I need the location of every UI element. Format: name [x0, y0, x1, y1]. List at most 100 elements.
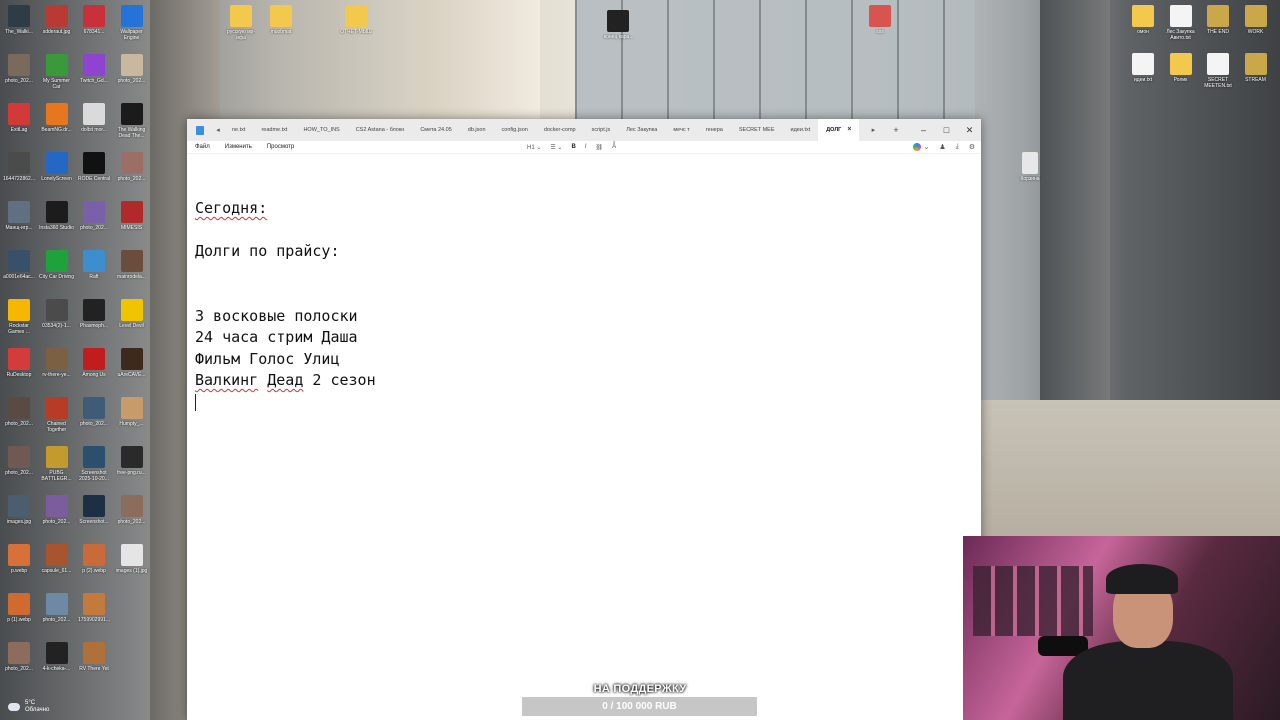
desktop-shortcut[interactable]: RODE Central [76, 152, 112, 188]
desktop-shortcut[interactable]: идеи.txt [1125, 53, 1161, 89]
desktop-shortcut[interactable]: images (1).jpg [114, 544, 150, 580]
desktop-shortcut[interactable]: capsule_61... [39, 544, 75, 580]
desktop-shortcut[interactable]: Insta360 Studio [39, 201, 75, 237]
menu-view[interactable]: Просмотр [267, 144, 294, 150]
tab-item[interactable]: HOW_TO_INS [295, 127, 347, 133]
desktop-shortcut[interactable]: русскую мр-ифа [223, 5, 259, 41]
desktop-shortcut[interactable]: sdderaut.jpg [39, 5, 75, 41]
desktop-shortcut[interactable]: 4-k-cheka-... [39, 642, 75, 678]
desktop-shortcut[interactable]: Ролик [1163, 53, 1199, 89]
desktop-shortcut[interactable]: Raft [76, 250, 112, 286]
desktop-shortcut[interactable]: sss [862, 5, 898, 41]
desktop-shortcut[interactable]: dolbit mor... [76, 103, 112, 139]
list-dropdown[interactable]: ☰ ⌄ [550, 144, 562, 151]
bold-button[interactable]: B [571, 144, 575, 150]
tab-item[interactable]: CS2 Astana - блокн [348, 127, 413, 133]
tab-item[interactable]: идеи.txt [783, 127, 819, 133]
tab-item[interactable]: ne.txt [224, 127, 253, 133]
tab-item[interactable]: readme.txt [253, 127, 295, 133]
desktop-shortcut[interactable]: images.jpg [1, 495, 37, 531]
tab-item[interactable]: docker-comp [536, 127, 584, 133]
desktop-shortcut[interactable]: Wallpaper Engine [114, 5, 150, 41]
desktop-shortcut[interactable]: WORK [1238, 5, 1274, 41]
desktop-shortcut[interactable]: STREAM [1238, 53, 1274, 89]
tab-scroll-left-button[interactable]: ◂ [212, 126, 224, 134]
desktop-shortcut[interactable]: The Walking Dead The... [114, 103, 150, 139]
menu-edit[interactable]: Изменить [225, 144, 252, 150]
tab-active[interactable]: ДОЛГ × [818, 119, 860, 141]
desktop-shortcut[interactable]: Among Us [76, 348, 112, 384]
desktop-shortcut[interactable]: photo_202... [76, 201, 112, 237]
maximize-button[interactable]: □ [935, 119, 958, 141]
desktop-shortcut[interactable]: 1644722862... [1, 152, 37, 188]
desktop-shortcut[interactable]: Chained Together [39, 397, 75, 433]
close-tab-icon[interactable]: × [847, 119, 851, 141]
heading-dropdown[interactable]: H1 ⌄ [527, 144, 541, 151]
desktop-shortcut[interactable]: Лес Закупка Авито.txt [1163, 5, 1199, 41]
recycle-bin-shortcut[interactable]: Корзина [1012, 152, 1048, 188]
italic-button[interactable]: I [585, 144, 587, 150]
desktop-shortcut[interactable]: My Summer Car [39, 54, 75, 90]
download-icon[interactable]: ⤓ [956, 143, 959, 151]
desktop-shortcut[interactable]: 678341... [76, 5, 112, 41]
minimize-button[interactable]: – [912, 119, 935, 141]
desktop-shortcut[interactable]: 1759902991... [76, 593, 112, 629]
desktop-shortcut[interactable]: Screenshot 2025-10-20... [76, 446, 112, 482]
copilot-button[interactable]: ⌄ [913, 143, 929, 151]
desktop-shortcut[interactable]: City Car Driving [39, 250, 75, 286]
desktop-shortcut[interactable]: photo_202... [114, 54, 150, 90]
desktop-shortcut[interactable]: LonelyScreen [39, 152, 75, 188]
menu-file[interactable]: Файл [195, 144, 210, 150]
tab-item[interactable]: генера [698, 127, 731, 133]
desktop-shortcut[interactable]: photo_202... [114, 495, 150, 531]
desktop-shortcut[interactable]: photo_202... [1, 446, 37, 482]
close-window-button[interactable]: ✕ [958, 119, 981, 141]
desktop-shortcut[interactable]: ExitLag [1, 103, 37, 139]
weather-widget[interactable]: 5°C Облачно [8, 700, 49, 714]
desktop-shortcut[interactable]: Twitch_Gd... [76, 54, 112, 90]
desktop-shortcut[interactable]: омон [1125, 5, 1161, 41]
desktop-shortcut[interactable]: Rockstar Games ... [1, 299, 37, 335]
tab-item[interactable]: Смета 24.05 [412, 127, 459, 133]
desktop-shortcut[interactable]: photo_202... [76, 397, 112, 433]
desktop-shortcut[interactable]: p.webp [1, 544, 37, 580]
desktop-shortcut[interactable]: BeamNG.dr... [39, 103, 75, 139]
desktop-shortcut[interactable]: ОТЧЕТ-МЫШ [338, 5, 374, 41]
desktop-shortcut[interactable]: photo_202... [114, 152, 150, 188]
tab-item[interactable]: SECRET MEE [731, 127, 783, 133]
desktop-shortcut[interactable]: mainrodela... [114, 250, 150, 286]
desktop-shortcut[interactable]: SECRET MEETEN.txt [1200, 53, 1236, 89]
tab-item[interactable]: config.json [494, 127, 536, 133]
desktop-shortcut[interactable]: photo_202... [39, 495, 75, 531]
desktop-shortcut[interactable]: RuDesktop [1, 348, 37, 384]
text-editor-area[interactable]: Сегодня: Долги по прайсу: 3 восковые пол… [187, 154, 981, 413]
desktop-shortcut[interactable]: конец кара.. [600, 10, 636, 46]
link-icon[interactable]: ⛓ [595, 144, 603, 151]
desktop-shortcut[interactable]: RV There Yet [76, 642, 112, 678]
title-bar[interactable]: ◂ ne.txt readme.txt HOW_TO_INS CS2 Astana -… [187, 119, 981, 141]
tab-item[interactable]: мечс т [665, 127, 697, 133]
desktop-shortcut[interactable]: Манщ-игр... [1, 201, 37, 237]
tab-item[interactable]: script.js [584, 127, 619, 133]
account-icon[interactable]: ♟ [939, 143, 945, 151]
desktop-shortcut[interactable]: photo_202... [1, 397, 37, 433]
tab-scroll-right-button[interactable]: ▸ [867, 126, 879, 134]
desktop-shortcut[interactable]: The_Walki... [1, 5, 37, 41]
desktop-shortcut[interactable]: muobmat [263, 5, 299, 41]
clear-formatting-icon[interactable]: Aͯ [612, 144, 616, 150]
desktop-shortcut[interactable]: rv-there-ye... [39, 348, 75, 384]
settings-gear-icon[interactable]: ⚙ [969, 143, 975, 151]
tab-item[interactable]: Лес Закупка [618, 127, 665, 133]
desktop-shortcut[interactable]: uAreCAVE... [114, 348, 150, 384]
desktop-shortcut[interactable]: photo_202... [39, 593, 75, 629]
desktop-shortcut[interactable]: photo_202... [1, 642, 37, 678]
desktop-shortcut[interactable]: Level Devil [114, 299, 150, 335]
desktop-shortcut[interactable]: 03534(2)-1... [39, 299, 75, 335]
desktop-shortcut[interactable]: free-png.ru... [114, 446, 150, 482]
desktop-shortcut[interactable]: Humpty_... [114, 397, 150, 433]
desktop-shortcut[interactable]: Screenshot... [76, 495, 112, 531]
desktop-shortcut[interactable]: Phasmoph... [76, 299, 112, 335]
desktop-shortcut[interactable]: p (1).webp [1, 593, 37, 629]
desktop-shortcut[interactable]: p (2).webp [76, 544, 112, 580]
desktop-shortcut[interactable]: THE END [1200, 5, 1236, 41]
